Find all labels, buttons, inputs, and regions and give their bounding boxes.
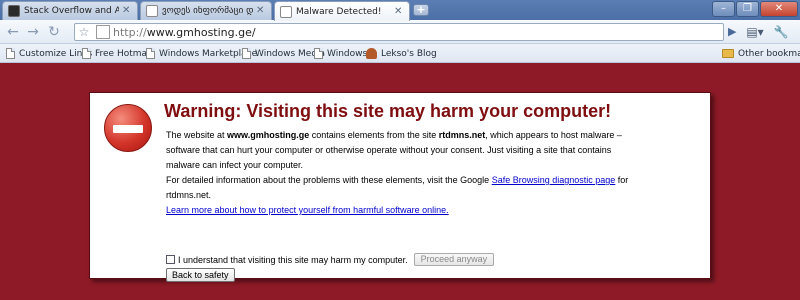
site-name: www.gmhosting.ge	[227, 130, 310, 140]
address-bar[interactable]: ☆ http://www.gmhosting.ge/	[74, 23, 724, 41]
star-icon[interactable]: ☆	[75, 25, 93, 39]
page-menu-icon[interactable]: ▤▾	[744, 23, 766, 41]
bookmark-windows-marketplace[interactable]: Windows Marketplace	[146, 46, 257, 61]
malware-site-name: rtdmns.net	[438, 130, 486, 140]
other-bookmarks-label: Other bookmarks	[738, 48, 800, 59]
warning-title: Warning: Visiting this site may harm you…	[164, 101, 612, 121]
forward-arrow-icon[interactable]: →	[24, 23, 42, 41]
bookmark-free-hotmail[interactable]: Free Hotmail	[82, 46, 152, 61]
warning-body: The website at www.gmhosting.ge contains…	[166, 128, 636, 218]
bookmark-customize-links[interactable]: Customize Links	[6, 46, 92, 61]
close-icon[interactable]: ✕	[122, 6, 132, 16]
acknowledge-row: I understand that visiting this site may…	[166, 253, 495, 266]
malware-warning-box: Warning: Visiting this site may harm you…	[89, 92, 711, 282]
proceed-anyway-button[interactable]: Proceed anyway	[413, 253, 495, 266]
blog-icon	[366, 48, 377, 59]
tab-title: Malware Detected!	[296, 6, 382, 17]
stackoverflow-icon	[8, 5, 20, 17]
close-icon[interactable]: ✕	[256, 6, 266, 16]
back-to-safety-button[interactable]: Back to safety	[166, 268, 235, 282]
bookmarks-bar: Customize Links Free Hotmail Windows Mar…	[0, 44, 800, 63]
bookmark-label: Lekso's Blog	[381, 48, 437, 59]
back-arrow-icon[interactable]: ←	[4, 23, 22, 41]
page-icon	[242, 48, 251, 59]
other-bookmarks[interactable]: Other bookmarks	[722, 46, 800, 61]
bookmark-label: Windows	[327, 48, 368, 59]
maximize-button[interactable]: ❐	[736, 1, 759, 17]
page-icon	[96, 25, 110, 39]
toolbar: ← → ↻ ☆ http://www.gmhosting.ge/ ▶ ▤▾ 🔧	[0, 20, 800, 44]
reload-icon[interactable]: ↻	[45, 23, 63, 41]
stop-icon	[104, 104, 152, 152]
page-icon	[6, 48, 15, 59]
go-icon[interactable]: ▶	[728, 25, 736, 38]
tab-strip: Stack Overflow and Access... ✕ ვოდეს ინფ…	[0, 0, 800, 21]
details-paragraph: For detailed information about the probl…	[166, 175, 629, 200]
bookmark-windows[interactable]: Windows	[314, 46, 367, 61]
warning-paragraph: The website at www.gmhosting.ge contains…	[166, 130, 622, 170]
wrench-icon[interactable]: 🔧	[770, 23, 792, 41]
checkbox-label: I understand that visiting this site may…	[178, 254, 408, 265]
tab-malware-detected[interactable]: Malware Detected! ✕	[274, 1, 410, 21]
bookmark-label: Free Hotmail	[95, 48, 153, 59]
tab-stackoverflow[interactable]: Stack Overflow and Access... ✕	[2, 1, 138, 20]
folder-icon	[722, 49, 734, 58]
understand-checkbox[interactable]	[166, 255, 175, 264]
new-tab-button[interactable]: +	[413, 4, 429, 16]
tab-title: Stack Overflow and Access...	[24, 6, 119, 16]
page-icon	[146, 5, 158, 17]
bookmark-leksos-blog[interactable]: Lekso's Blog	[366, 46, 437, 61]
page-icon	[146, 48, 155, 59]
minimize-button[interactable]: –	[712, 1, 735, 17]
bookmark-windows-media[interactable]: Windows Media	[242, 46, 325, 61]
tab-title: ვოდეს ინფორმაცი დასხოთა	[162, 6, 253, 16]
page-icon	[314, 48, 323, 59]
tab-georgian-page[interactable]: ვოდეს ინფორმაცი დასხოთა ✕	[140, 1, 272, 20]
learn-more-link[interactable]: Learn more about how to protect yourself…	[166, 205, 449, 215]
url-text: http://www.gmhosting.ge/	[113, 25, 256, 39]
close-icon[interactable]: ✕	[394, 6, 404, 17]
close-window-button[interactable]: ✕	[760, 1, 798, 17]
page-content: Warning: Visiting this site may harm you…	[0, 63, 800, 300]
page-icon	[280, 5, 292, 18]
diagnostic-page-link[interactable]: Safe Browsing diagnostic page	[492, 175, 616, 185]
page-icon	[82, 48, 91, 59]
